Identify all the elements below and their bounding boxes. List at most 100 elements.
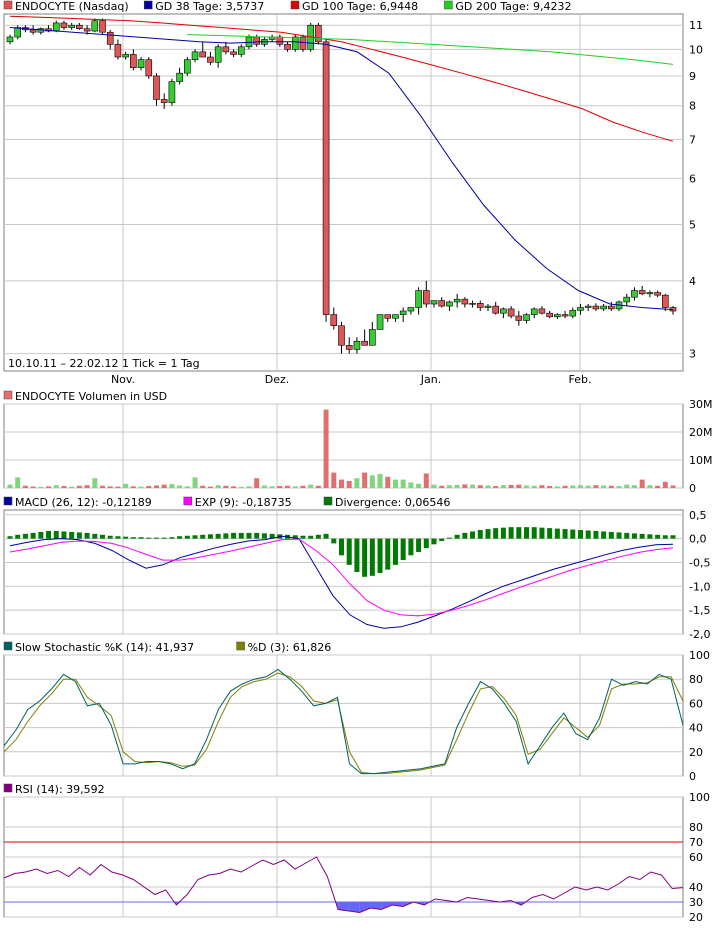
volume-bar bbox=[22, 485, 28, 488]
volume-bar bbox=[431, 484, 437, 488]
volume-bar bbox=[577, 485, 583, 488]
candle-body bbox=[461, 298, 469, 305]
volume-bar bbox=[670, 485, 676, 488]
divergence-bar bbox=[454, 534, 460, 539]
candle-body bbox=[592, 305, 600, 310]
legend-swatch bbox=[290, 0, 300, 10]
y-tick-label: 3 bbox=[689, 348, 696, 361]
candle-body bbox=[322, 41, 330, 315]
volume-bar bbox=[261, 485, 267, 488]
volume-bar bbox=[177, 485, 183, 488]
y-tick-label: 9 bbox=[689, 70, 696, 83]
legend-swatch bbox=[3, 641, 13, 651]
candle-body bbox=[83, 28, 91, 32]
divergence-bar bbox=[400, 538, 406, 561]
divergence-bar bbox=[601, 531, 607, 539]
divergence-bar bbox=[261, 533, 267, 539]
volume-bar bbox=[84, 485, 90, 488]
candle-body bbox=[399, 310, 407, 315]
candle-body bbox=[623, 296, 631, 303]
volume-bar bbox=[215, 485, 221, 488]
legend-swatch bbox=[444, 0, 453, 10]
volume-bar bbox=[46, 486, 52, 488]
divergence-bar bbox=[354, 538, 360, 572]
candle-body bbox=[214, 46, 222, 63]
divergence-bar bbox=[7, 536, 13, 539]
divergence-bar bbox=[639, 533, 645, 539]
volume-bar bbox=[146, 486, 152, 488]
volume-bar bbox=[107, 486, 113, 488]
legend-swatch bbox=[323, 496, 333, 506]
volume-bar bbox=[493, 486, 499, 488]
volume-bar bbox=[423, 473, 429, 488]
divergence-bar bbox=[100, 534, 106, 539]
candle-body bbox=[453, 298, 461, 303]
candle-body bbox=[222, 46, 230, 53]
volume-bar bbox=[69, 486, 75, 488]
candle-body bbox=[369, 329, 376, 346]
y-tick-label: 30 bbox=[689, 896, 703, 909]
divergence-bar bbox=[446, 537, 452, 539]
candle-body bbox=[415, 290, 422, 308]
legend-label: MACD (26, 12): -0,12189 bbox=[15, 496, 152, 509]
divergence-bar bbox=[562, 529, 568, 539]
candle-body bbox=[631, 290, 638, 298]
volume-bar bbox=[531, 485, 537, 488]
legend-label: %D (3): 61,826 bbox=[248, 641, 332, 654]
candle-body bbox=[237, 46, 245, 55]
x-tick-label: Jan. bbox=[420, 373, 441, 386]
volume-bar bbox=[477, 485, 483, 488]
candle-body bbox=[284, 44, 291, 50]
divergence-bar bbox=[516, 527, 522, 539]
volume-bar bbox=[539, 485, 545, 488]
candle-body bbox=[230, 51, 237, 55]
candle-body bbox=[253, 36, 260, 45]
candle-body bbox=[114, 44, 122, 58]
divergence-bar bbox=[346, 538, 352, 565]
candle-body bbox=[14, 27, 22, 38]
divergence-bar bbox=[53, 530, 59, 539]
y-tick-label: 10M bbox=[689, 454, 713, 467]
divergence-bar bbox=[508, 527, 514, 539]
candle-body bbox=[160, 99, 168, 103]
volume-bar bbox=[192, 477, 198, 488]
divergence-bar bbox=[339, 538, 344, 556]
volume-bar bbox=[385, 476, 391, 488]
legend-swatch bbox=[236, 641, 245, 651]
legend-swatch bbox=[143, 0, 153, 10]
divergence-bar bbox=[616, 532, 622, 539]
divergence-bar bbox=[192, 535, 198, 539]
y-tick-label: -0,5 bbox=[689, 556, 710, 569]
volume-bar bbox=[562, 485, 568, 488]
legend-label: Divergence: 0,06546 bbox=[335, 496, 450, 509]
divergence-bar bbox=[416, 538, 422, 552]
divergence-bar bbox=[46, 530, 52, 539]
volume-bar bbox=[547, 486, 553, 488]
divergence-bar bbox=[524, 527, 530, 539]
divergence-bar bbox=[184, 535, 190, 539]
volume-bar bbox=[416, 483, 422, 488]
candle-body bbox=[168, 81, 176, 103]
candle-body bbox=[515, 315, 523, 321]
candle-body bbox=[60, 22, 68, 28]
stock-chart: ENDOCYTE (Nasdaq) GD 38 Tage: 3,5737 GD 10… bbox=[0, 0, 726, 928]
volume-bar bbox=[485, 485, 491, 488]
divergence-bar bbox=[84, 532, 90, 539]
volume-bar bbox=[254, 478, 260, 488]
legend-label: ENDOCYTE Volumen in USD bbox=[15, 390, 167, 403]
divergence-bar bbox=[200, 534, 206, 539]
volume-bar bbox=[130, 486, 136, 488]
y-tick-label: 10 bbox=[689, 43, 703, 56]
divergence-bar bbox=[624, 532, 630, 539]
divergence-bar bbox=[423, 538, 429, 549]
volume-bar bbox=[647, 485, 653, 488]
candle-body bbox=[145, 59, 153, 77]
legend-swatch bbox=[3, 0, 13, 10]
volume-bar bbox=[408, 482, 414, 488]
legend-swatch bbox=[3, 783, 13, 793]
candle-body bbox=[538, 308, 546, 314]
divergence-bar bbox=[662, 535, 668, 539]
y-tick-label: 60 bbox=[689, 851, 703, 864]
candle-body bbox=[191, 51, 199, 60]
divergence-bar bbox=[385, 538, 391, 570]
